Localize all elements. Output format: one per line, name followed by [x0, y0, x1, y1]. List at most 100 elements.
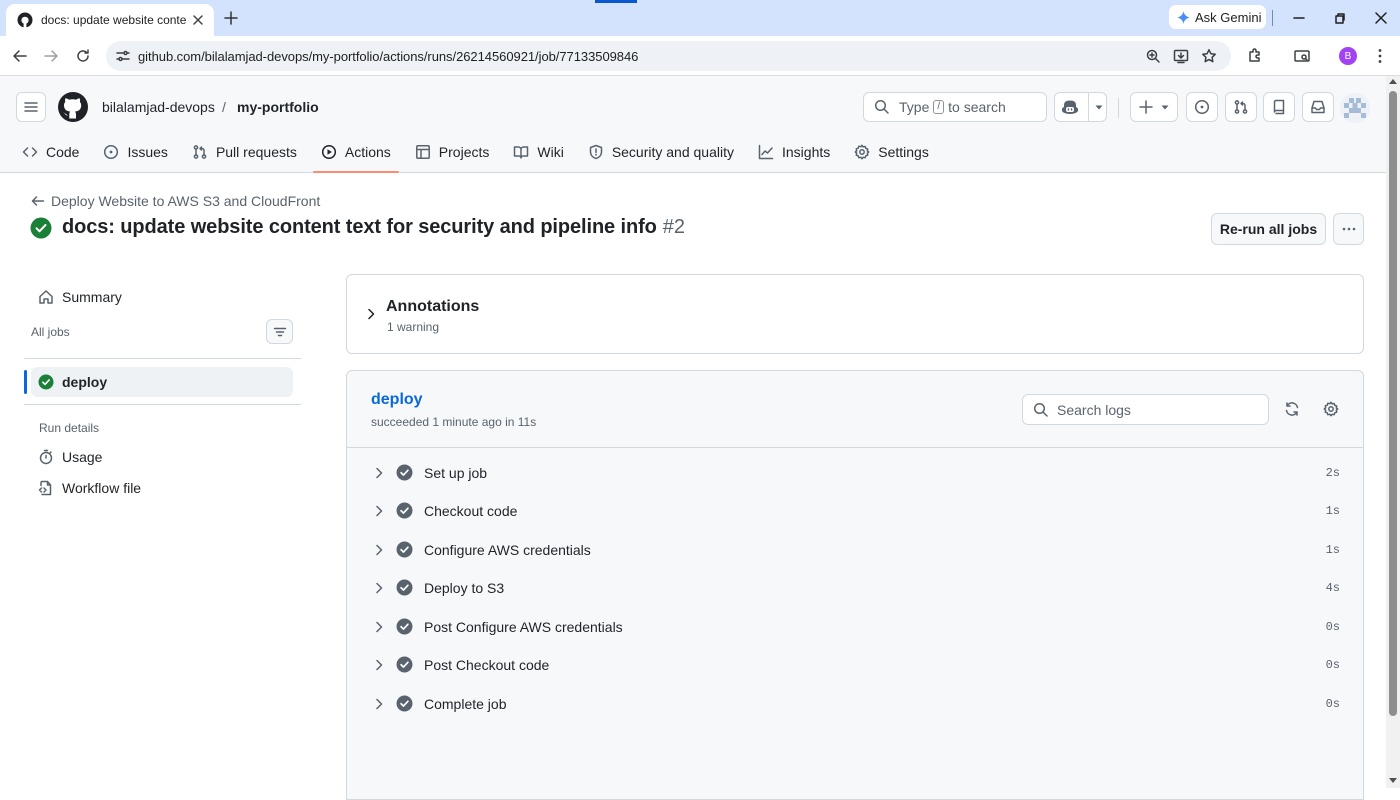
annotations-subtitle: 1 warning	[387, 320, 440, 334]
user-avatar[interactable]	[1340, 93, 1370, 123]
job-step[interactable]: Post Checkout code 0s	[347, 646, 1363, 684]
tab-actions[interactable]: Actions	[312, 132, 399, 173]
ask-gemini-label: Ask Gemini	[1195, 9, 1262, 25]
sidebar-divider	[24, 404, 301, 405]
chevron-right-icon[interactable]	[372, 697, 386, 711]
tab-issues[interactable]: Issues	[95, 132, 175, 172]
tab-pull-requests[interactable]: Pull requests	[184, 132, 305, 172]
restore-icon[interactable]	[1331, 9, 1349, 27]
chevron-right-icon[interactable]	[372, 658, 386, 672]
new-tab-icon[interactable]	[222, 9, 240, 27]
site-info-icon[interactable]	[115, 48, 131, 64]
address-bar[interactable]: github.com/bilalamjad-devops/my-portfoli…	[106, 41, 1231, 71]
job-log-header: deploy succeeded 1 minute ago in 11s Sea…	[347, 371, 1363, 448]
step-duration: 0s	[1325, 658, 1340, 672]
job-step[interactable]: Set up job 2s	[347, 454, 1363, 492]
browser-tab-title: docs: update website content text for se…	[41, 13, 186, 27]
step-name: Set up job	[424, 465, 488, 481]
create-new-button[interactable]	[1130, 92, 1178, 122]
browser-menu-icon[interactable]	[1370, 46, 1390, 66]
job-step[interactable]: Post Configure AWS credentials 0s	[347, 608, 1363, 646]
minimize-icon[interactable]	[1290, 9, 1308, 27]
search-logs-input[interactable]: Search logs	[1022, 394, 1269, 425]
sidebar-usage-link[interactable]: Usage	[38, 449, 102, 465]
copilot-button[interactable]	[1054, 92, 1107, 122]
global-search-input[interactable]: Type / to search	[863, 92, 1047, 122]
ask-gemini-button[interactable]: Ask Gemini	[1169, 5, 1266, 29]
tab-settings-label: Settings	[878, 144, 929, 160]
github-logo-icon[interactable]	[57, 91, 89, 123]
chevron-right-icon[interactable]	[372, 581, 386, 595]
tab-search-icon[interactable]	[1292, 46, 1312, 66]
step-duration: 1s	[1325, 504, 1340, 518]
gear-icon[interactable]	[1323, 401, 1339, 417]
job-step[interactable]: Deploy to S3 4s	[347, 569, 1363, 607]
bookmark-star-icon[interactable]	[1201, 48, 1217, 64]
tabstrip-divider	[1272, 10, 1273, 26]
pull-requests-button[interactable]	[1225, 92, 1257, 122]
tab-actions-label: Actions	[344, 144, 391, 160]
chevron-right-icon[interactable]	[372, 620, 386, 634]
install-app-icon[interactable]	[1173, 48, 1189, 64]
arrow-left-icon	[31, 196, 45, 206]
reload-icon[interactable]	[73, 46, 93, 66]
tab-insights[interactable]: Insights	[750, 132, 838, 172]
check-circle-fill-icon	[396, 656, 413, 673]
extensions-icon[interactable]	[1245, 46, 1265, 66]
workflow-back-link[interactable]: Deploy Website to AWS S3 and CloudFront	[31, 193, 320, 209]
inbox-button[interactable]	[1302, 92, 1334, 122]
file-code-icon	[38, 480, 52, 496]
job-step[interactable]: Checkout code 1s	[347, 492, 1363, 530]
filter-icon	[273, 327, 286, 336]
run-title: docs: update website content text for se…	[30, 216, 685, 239]
tab-security[interactable]: Security and quality	[580, 132, 742, 172]
hamburger-menu-button[interactable]	[16, 92, 46, 122]
page-scrollbar[interactable]	[1386, 76, 1400, 788]
address-url: github.com/bilalamjad-devops/my-portfoli…	[138, 48, 639, 64]
annotations-panel[interactable]: Annotations 1 warning	[346, 274, 1364, 354]
tab-code[interactable]: Code	[14, 132, 87, 172]
close-tab-icon[interactable]	[190, 12, 206, 28]
job-status-text: succeeded 1 minute ago in 11s	[371, 415, 537, 429]
repo-owner-link[interactable]: bilalamjad-devops	[102, 99, 215, 115]
filter-jobs-button[interactable]	[266, 319, 293, 344]
sidebar-summary-link[interactable]: Summary	[38, 289, 122, 305]
tab-settings[interactable]: Settings	[846, 132, 937, 172]
repositories-button[interactable]	[1263, 92, 1295, 122]
job-step[interactable]: Configure AWS credentials 1s	[347, 531, 1363, 569]
more-options-button[interactable]	[1333, 213, 1364, 245]
chevron-right-icon[interactable]	[372, 466, 386, 480]
chevron-right-icon[interactable]	[372, 504, 386, 518]
book-icon	[514, 146, 529, 159]
sidebar-workflow-file-link[interactable]: Workflow file	[38, 480, 141, 496]
selected-job-indicator	[24, 370, 27, 394]
job-step[interactable]: Complete job 0s	[347, 685, 1363, 723]
close-window-icon[interactable]	[1372, 9, 1390, 27]
scrollbar-thumb[interactable]	[1389, 91, 1397, 716]
scroll-down-arrow-icon[interactable]	[1389, 778, 1397, 783]
zoom-icon[interactable]	[1145, 48, 1161, 64]
shield-icon	[589, 144, 603, 160]
scroll-up-arrow-icon[interactable]	[1389, 79, 1397, 84]
chevron-right-icon[interactable]	[372, 543, 386, 557]
play-icon	[321, 144, 336, 160]
sidebar-summary-label: Summary	[62, 289, 122, 305]
refresh-icon[interactable]	[1284, 401, 1300, 417]
repo-name-link[interactable]: my-portfolio	[237, 99, 319, 115]
forward-arrow-icon[interactable]	[41, 46, 61, 66]
commit-message: docs: update website content text for se…	[62, 216, 657, 238]
tab-wiki[interactable]: Wiki	[505, 132, 571, 172]
tab-issues-label: Issues	[127, 144, 168, 160]
job-name-link[interactable]: deploy	[371, 391, 423, 409]
kebab-horizontal-icon	[1342, 227, 1355, 231]
back-arrow-icon[interactable]	[10, 46, 30, 66]
profile-avatar[interactable]: B	[1339, 47, 1357, 65]
inbox-icon	[1311, 100, 1325, 114]
step-name: Post Configure AWS credentials	[424, 619, 623, 635]
tab-projects[interactable]: Projects	[407, 132, 498, 172]
sidebar-job-deploy[interactable]: deploy	[31, 367, 293, 397]
rerun-all-jobs-button[interactable]: Re-run all jobs	[1211, 213, 1326, 245]
browser-tab[interactable]: docs: update website content text for se…	[6, 4, 214, 36]
chevron-right-icon[interactable]	[363, 306, 379, 322]
issues-button[interactable]	[1186, 92, 1218, 122]
